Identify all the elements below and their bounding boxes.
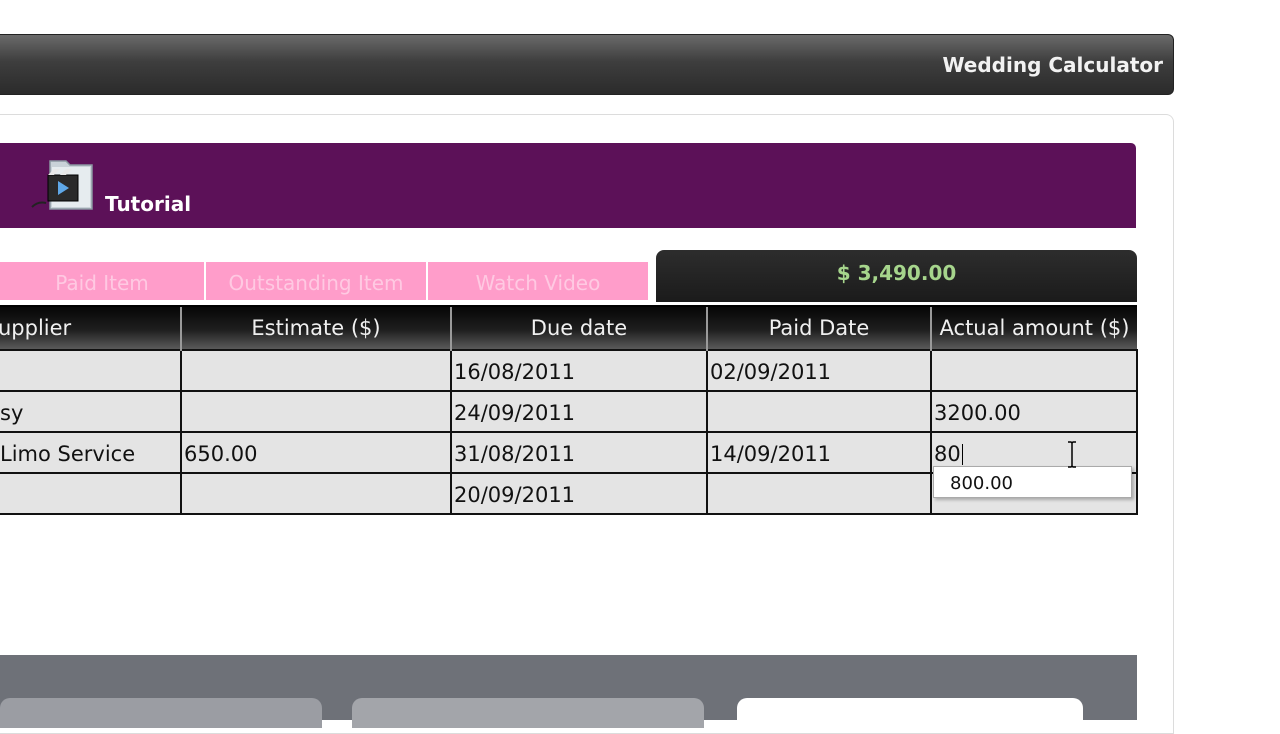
tab-watch-video[interactable]: Watch Video <box>428 262 648 300</box>
bottom-button-2[interactable] <box>352 698 704 728</box>
cell-due-date[interactable]: 20/09/2011 <box>450 472 708 515</box>
cell-due-date[interactable]: 24/09/2011 <box>450 390 708 433</box>
table-row: 16/08/2011 02/09/2011 <box>0 349 1138 392</box>
tab-outstanding-item[interactable]: Outstanding Item <box>206 262 426 300</box>
app-title: Wedding Calculator <box>942 53 1163 77</box>
cell-supplier[interactable]: sy <box>0 390 182 433</box>
actual-amount-input-text[interactable]: 80 <box>934 442 961 466</box>
cell-supplier[interactable]: Limo Service <box>0 431 182 474</box>
column-header-supplier[interactable]: upplier <box>0 305 181 350</box>
cell-actual-amount[interactable]: 3200.00 <box>930 390 1138 433</box>
video-folder-icon[interactable] <box>28 155 98 215</box>
cell-estimate[interactable] <box>180 390 452 433</box>
cell-actual-amount[interactable] <box>930 349 1138 392</box>
cell-supplier[interactable] <box>0 472 182 515</box>
tab-paid-item[interactable]: Paid Item <box>0 262 204 300</box>
column-header-estimate[interactable]: Estimate ($) <box>180 305 451 350</box>
cell-due-date[interactable]: 16/08/2011 <box>450 349 708 392</box>
cell-estimate[interactable] <box>180 349 452 392</box>
cell-due-date[interactable]: 31/08/2011 <box>450 431 708 474</box>
column-header-actual-amount[interactable]: Actual amount ($) <box>930 305 1137 350</box>
tutorial-label[interactable]: Tutorial <box>105 192 191 216</box>
autocomplete-suggestion[interactable]: 800.00 <box>933 466 1132 498</box>
cell-supplier[interactable] <box>0 349 182 392</box>
ibeam-cursor-icon <box>1068 441 1076 468</box>
text-caret <box>961 444 963 465</box>
tutorial-banner: Tutorial <box>0 143 1136 228</box>
cell-paid-date[interactable] <box>706 390 932 433</box>
bottom-button-1[interactable] <box>0 698 322 728</box>
column-header-paid-date[interactable]: Paid Date <box>706 305 931 350</box>
column-header-due-date[interactable]: Due date <box>450 305 707 350</box>
cell-paid-date[interactable] <box>706 472 932 515</box>
top-header-bar: Wedding Calculator <box>0 34 1174 95</box>
cell-paid-date[interactable]: 02/09/2011 <box>706 349 932 392</box>
table-header-row: upplier Estimate ($) Due date Paid Date … <box>0 305 1137 350</box>
cell-estimate[interactable] <box>180 472 452 515</box>
total-amount: $ 3,490.00 <box>656 250 1137 302</box>
table-row: sy 24/09/2011 3200.00 <box>0 390 1138 433</box>
cell-paid-date[interactable]: 14/09/2011 <box>706 431 932 474</box>
cell-estimate[interactable]: 650.00 <box>180 431 452 474</box>
bottom-button-3[interactable] <box>737 698 1083 728</box>
